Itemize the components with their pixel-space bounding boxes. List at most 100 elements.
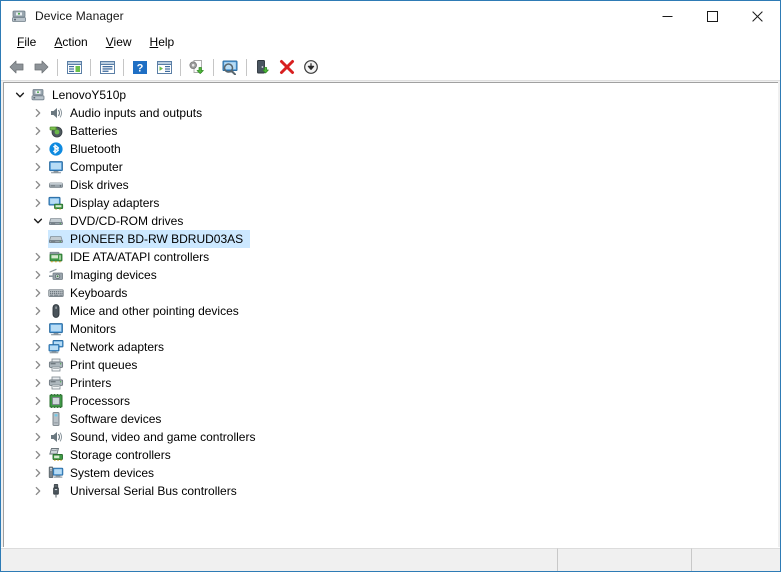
tree-row-bluetooth[interactable]: Bluetooth: [4, 140, 778, 158]
chevron-right-icon[interactable]: [28, 302, 48, 320]
uninstall-device-button[interactable]: [275, 56, 299, 78]
chevron-right-icon[interactable]: [28, 248, 48, 266]
tree-row-keyboards[interactable]: Keyboards: [4, 284, 778, 302]
chevron-right-icon[interactable]: [28, 266, 48, 284]
tree-row-network-adapters[interactable]: Network adapters: [4, 338, 778, 356]
chevron-right-icon[interactable]: [28, 122, 48, 140]
tree-row-audio-inputs-and-outputs[interactable]: Audio inputs and outputs: [4, 104, 778, 122]
content-area: LenovoY510p Audio inputs and outputs Bat…: [1, 81, 780, 547]
menu-view[interactable]: View: [97, 33, 141, 51]
status-pane-secondary: [557, 548, 691, 571]
chevron-down-icon[interactable]: [10, 86, 30, 104]
device-manager-icon: [11, 8, 27, 24]
toolbar: ?: [1, 54, 780, 81]
menu-file[interactable]: File: [8, 33, 45, 51]
scan-hardware-changes-button[interactable]: [218, 56, 242, 78]
tree-item-label: Batteries: [70, 124, 118, 138]
tree-row-imaging-devices[interactable]: Imaging devices: [4, 266, 778, 284]
tree-item-label: Display adapters: [70, 196, 160, 210]
chevron-right-icon[interactable]: [28, 104, 48, 122]
update-driver-icon: [189, 60, 204, 74]
tree-item-label: Monitors: [70, 322, 117, 336]
tree-row-mice-and-other-pointing-devices[interactable]: Mice and other pointing devices: [4, 302, 778, 320]
chevron-down-icon[interactable]: [28, 212, 48, 230]
bluetooth-icon: [48, 141, 64, 157]
chevron-right-icon[interactable]: [28, 284, 48, 302]
tree-item-label: Processors: [70, 394, 131, 408]
menu-help[interactable]: Help: [141, 33, 184, 51]
chevron-right-icon[interactable]: [28, 320, 48, 338]
tree-row-system-devices[interactable]: System devices: [4, 464, 778, 482]
disk-drive-icon: [48, 177, 64, 193]
device-tree: LenovoY510p Audio inputs and outputs Bat…: [4, 83, 778, 500]
tree-row-root[interactable]: LenovoY510p: [4, 86, 778, 104]
tree-row-print-queues[interactable]: Print queues: [4, 356, 778, 374]
tree-row-storage-controllers[interactable]: Storage controllers: [4, 446, 778, 464]
chevron-right-icon[interactable]: [28, 338, 48, 356]
tree-item-label: Bluetooth: [70, 142, 121, 156]
close-button[interactable]: [735, 1, 780, 31]
chevron-right-icon[interactable]: [28, 140, 48, 158]
chevron-right-icon[interactable]: [28, 482, 48, 500]
scan-hardware-icon: [222, 60, 237, 75]
tree-row-monitors[interactable]: Monitors: [4, 320, 778, 338]
tree-row-display-adapters[interactable]: Display adapters: [4, 194, 778, 212]
title-bar[interactable]: Device Manager: [1, 1, 780, 31]
tree-row-batteries[interactable]: Batteries: [4, 122, 778, 140]
chevron-right-icon[interactable]: [28, 158, 48, 176]
maximize-icon: [707, 10, 718, 22]
tree-item-label: Disk drives: [70, 178, 129, 192]
toolbar-separator-4: [180, 58, 181, 76]
menu-action-rest: ction: [62, 35, 88, 49]
chevron-right-icon[interactable]: [28, 428, 48, 446]
tree-item-label: PIONEER BD-RW BDRUD03AS: [70, 232, 244, 246]
tree-item-label: Keyboards: [70, 286, 128, 300]
tree-row-processors[interactable]: Processors: [4, 392, 778, 410]
chevron-right-icon[interactable]: [28, 374, 48, 392]
help-button[interactable]: ?: [128, 56, 152, 78]
chevron-right-icon[interactable]: [28, 176, 48, 194]
chevron-right-icon[interactable]: [28, 446, 48, 464]
tree-row-dvd-cdrom-drives[interactable]: DVD/CD-ROM drives: [4, 212, 778, 230]
tree-row-universal-serial-bus-controllers[interactable]: Universal Serial Bus controllers: [4, 482, 778, 500]
tree-item-label: Network adapters: [70, 340, 165, 354]
forward-button[interactable]: [29, 56, 53, 78]
chevron-right-icon[interactable]: [28, 392, 48, 410]
menu-action[interactable]: Action: [45, 33, 96, 51]
toolbar-separator-1: [57, 58, 58, 76]
tree-row-printers[interactable]: Printers: [4, 374, 778, 392]
update-driver-button[interactable]: [185, 56, 209, 78]
tree-row-computer[interactable]: Computer: [4, 158, 778, 176]
chevron-right-icon[interactable]: [28, 464, 48, 482]
display-adapter-icon: [48, 195, 64, 211]
uninstall-red-x-icon: [280, 60, 294, 74]
tree-row-sound-video-and-game-controllers[interactable]: Sound, video and game controllers: [4, 428, 778, 446]
chevron-right-icon[interactable]: [28, 194, 48, 212]
menu-help-accesskey: H: [149, 35, 159, 49]
enable-device-button[interactable]: [251, 56, 275, 78]
back-button[interactable]: [5, 56, 29, 78]
toolbar-separator-6: [246, 58, 247, 76]
maximize-button[interactable]: [690, 1, 735, 31]
status-bar: [1, 547, 780, 571]
tree-row-ide-ata-atapi-controllers[interactable]: IDE ATA/ATAPI controllers: [4, 248, 778, 266]
minimize-button[interactable]: [645, 1, 690, 31]
speaker-icon: [48, 429, 64, 445]
tree-item-label: DVD/CD-ROM drives: [70, 214, 184, 228]
tree-row-pioneer-bd-rw[interactable]: PIONEER BD-RW BDRUD03AS: [4, 230, 778, 248]
speaker-icon: [48, 105, 64, 121]
tree-row-software-devices[interactable]: Software devices: [4, 410, 778, 428]
show-hide-action-pane-button[interactable]: [152, 56, 176, 78]
window-title: Device Manager: [35, 9, 124, 23]
dvd-drive-icon: [48, 231, 64, 247]
status-pane-tertiary: [691, 548, 780, 571]
camera-icon: [48, 267, 64, 283]
properties-button[interactable]: [95, 56, 119, 78]
device-tree-panel[interactable]: LenovoY510p Audio inputs and outputs Bat…: [3, 82, 778, 547]
chevron-right-icon[interactable]: [28, 356, 48, 374]
tree-row-disk-drives[interactable]: Disk drives: [4, 176, 778, 194]
show-hide-console-tree-button[interactable]: [62, 56, 86, 78]
tree-item-label: Mice and other pointing devices: [70, 304, 239, 318]
disable-device-button[interactable]: [299, 56, 323, 78]
chevron-right-icon[interactable]: [28, 410, 48, 428]
